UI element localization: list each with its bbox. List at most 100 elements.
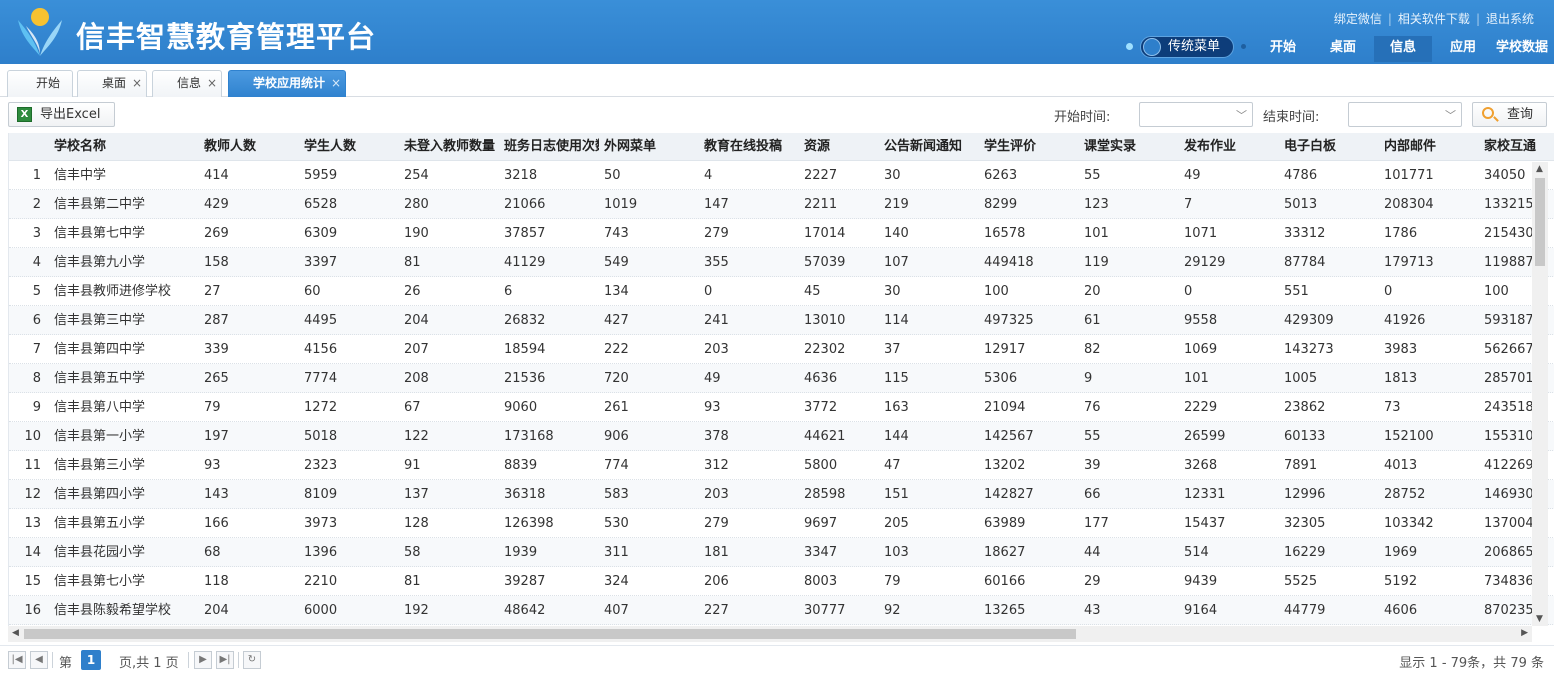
table-cell: 197 — [204, 429, 229, 444]
chevron-down-icon: ﹀ — [1445, 109, 1456, 122]
row-number: 15 — [24, 574, 41, 589]
first-page-icon[interactable]: |◀ — [8, 651, 26, 669]
column-header[interactable]: 资源 — [804, 133, 879, 161]
nav-item-desktop[interactable]: 桌面 — [1324, 36, 1362, 62]
table-row[interactable]: 14 信丰县花园小学 68 1396 58 1939 311 181 3347 103 18627 4… — [9, 538, 1554, 567]
horizontal-scroll-thumb[interactable] — [24, 629, 1076, 639]
table-row[interactable]: 9 信丰县第八中学 79 1272 67 9060 261 93 3772 163 21094 76 2… — [9, 393, 1554, 422]
search-button[interactable]: 查询 — [1472, 102, 1547, 127]
table-row[interactable]: 11 信丰县第三小学 93 2323 91 8839 774 312 5800 47 13202 39… — [9, 451, 1554, 480]
table-cell: 514 — [1184, 545, 1209, 560]
scroll-down-icon[interactable]: ▼ — [1536, 614, 1543, 624]
tab-info[interactable]: 信息 × — [152, 70, 222, 97]
software-download-link[interactable]: 相关软件下载 — [1398, 12, 1470, 26]
table-row[interactable]: 2 信丰县第二中学 429 6528 280 21066 1019 147 2211 219 829… — [9, 190, 1554, 219]
column-header[interactable]: 班务日志使用次数 — [504, 133, 599, 161]
table-cell: 3772 — [804, 400, 838, 415]
column-header[interactable]: 课堂实录 — [1084, 133, 1179, 161]
column-header[interactable]: 电子白板 — [1284, 133, 1379, 161]
close-icon[interactable]: × — [132, 71, 142, 96]
table-row[interactable]: 16 信丰县陈毅希望学校 204 6000 192 48642 407 227 30777 92 1… — [9, 596, 1554, 625]
classic-menu-toggle[interactable]: 传统菜单 — [1140, 36, 1234, 58]
table-cell: 530 — [604, 516, 629, 531]
table-row[interactable]: 15 信丰县第七小学 118 2210 81 39287 324 206 8003 79 60166… — [9, 567, 1554, 596]
row-number: 11 — [24, 458, 41, 473]
table-cell: 378 — [704, 429, 729, 444]
prev-page-icon[interactable]: ◀ — [30, 651, 48, 669]
column-header[interactable]: 教育在线投稿 — [704, 133, 799, 161]
column-header[interactable]: 发布作业 — [1184, 133, 1279, 161]
table-row[interactable]: 5 信丰县教师进修学校 27 60 26 6 134 0 45 30 100 20 0 551 0 100 — [9, 277, 1554, 306]
column-header[interactable]: 公告新闻通知 — [884, 133, 979, 161]
tab-start[interactable]: 开始 — [7, 70, 73, 97]
scroll-up-icon[interactable]: ▲ — [1536, 164, 1543, 174]
table-cell: 13010 — [804, 313, 846, 328]
table-cell: 279 — [704, 516, 729, 531]
end-time-input[interactable]: ﹀ — [1348, 102, 1462, 127]
bind-wechat-link[interactable]: 绑定微信 — [1334, 12, 1382, 26]
table-cell: 29 — [1084, 574, 1101, 589]
next-page-icon[interactable]: ▶ — [194, 651, 212, 669]
tab-label: 学校应用统计 — [252, 76, 325, 90]
table-cell: 29129 — [1184, 255, 1226, 270]
vertical-scroll-thumb[interactable] — [1535, 178, 1545, 266]
scroll-left-icon[interactable]: ◀ — [12, 628, 19, 638]
tab-desktop[interactable]: 桌面 × — [77, 70, 147, 97]
column-header[interactable]: 教师人数 — [204, 133, 299, 161]
table-cell: 3268 — [1184, 458, 1218, 473]
refresh-icon[interactable]: ↻ — [243, 651, 261, 669]
table-row[interactable]: 4 信丰县第九小学 158 3397 81 41129 549 355 57039 107 4494… — [9, 248, 1554, 277]
row-number: 2 — [32, 197, 41, 212]
export-excel-button[interactable]: X 导出Excel — [8, 102, 115, 127]
school-name-cell: 信丰县花园小学 — [54, 545, 146, 560]
column-header[interactable]: 内部邮件 — [1384, 133, 1479, 161]
last-page-icon[interactable]: ▶| — [216, 651, 234, 669]
column-header[interactable]: 学生评价 — [984, 133, 1079, 161]
vertical-scrollbar[interactable]: ▲ ▼ — [1532, 162, 1548, 626]
logout-link[interactable]: 退出系统 — [1486, 12, 1534, 26]
table-cell: 119 — [1084, 255, 1109, 270]
table-cell: 67 — [404, 400, 421, 415]
table-cell: 12331 — [1184, 487, 1226, 502]
table-row[interactable]: 12 信丰县第四小学 143 8109 137 36318 583 203 28598 151 14… — [9, 480, 1554, 509]
nav-item-apps[interactable]: 应用 — [1444, 36, 1482, 62]
table-cell: 4636 — [804, 371, 838, 386]
table-row[interactable]: 10 信丰县第一小学 197 5018 122 173168 906 378 44621 144 1… — [9, 422, 1554, 451]
toggle-label: 传统菜单 — [1168, 39, 1221, 54]
table-row[interactable]: 7 信丰县第四中学 339 4156 207 18594 222 203 22302 37 1291… — [9, 335, 1554, 364]
table-cell: 4013 — [1384, 458, 1418, 473]
table-cell: 16229 — [1284, 545, 1326, 560]
table-row[interactable]: 8 信丰县第五中学 265 7774 208 21536 720 49 4636 115 5306 9… — [9, 364, 1554, 393]
table-cell: 122 — [404, 429, 429, 444]
horizontal-scrollbar[interactable]: ◀ ▶ — [8, 626, 1532, 642]
close-icon[interactable]: × — [331, 71, 341, 96]
close-icon[interactable]: × — [207, 71, 217, 96]
nav-item-start[interactable]: 开始 — [1264, 36, 1302, 62]
scroll-right-icon[interactable]: ▶ — [1521, 628, 1528, 638]
column-header[interactable]: 学生人数 — [304, 133, 399, 161]
row-number: 8 — [32, 371, 41, 386]
column-header[interactable]: 学校名称 — [54, 133, 199, 161]
table-row[interactable]: 13 信丰县第五小学 166 3973 128 126398 530 279 9697 205 63… — [9, 509, 1554, 538]
table-row[interactable]: 6 信丰县第三中学 287 4495 204 26832 427 241 13010 114 497… — [9, 306, 1554, 335]
table-cell: 36318 — [504, 487, 546, 502]
column-header[interactable]: 外网菜单 — [604, 133, 699, 161]
table-cell: 261 — [604, 400, 629, 415]
table-cell: 55 — [1084, 168, 1101, 183]
table-cell: 8299 — [984, 197, 1018, 212]
table-row[interactable]: 1 信丰中学 414 5959 254 3218 50 4 2227 30 6263 55 49 4786… — [9, 161, 1554, 190]
nav-item-school-data[interactable]: 学校数据 — [1490, 36, 1554, 62]
status-dot-icon — [1126, 43, 1133, 50]
start-time-input[interactable]: ﹀ — [1139, 102, 1253, 127]
page-number-input[interactable]: 1 — [81, 650, 101, 670]
nav-item-info[interactable]: 信息 — [1374, 36, 1432, 62]
start-time-label: 开始时间: — [1054, 110, 1111, 125]
column-header[interactable]: 家校互通 — [1484, 133, 1554, 161]
table-row[interactable]: 3 信丰县第七中学 269 6309 190 37857 743 279 17014 140 165… — [9, 219, 1554, 248]
tab-school-app-stats[interactable]: 学校应用统计 × — [228, 70, 346, 97]
table-cell: 142567 — [984, 429, 1034, 444]
table-cell: 192 — [404, 603, 429, 618]
table-cell: 5525 — [1284, 574, 1318, 589]
column-header[interactable]: 未登入教师数量 — [404, 133, 499, 161]
table-cell: 227 — [704, 603, 729, 618]
